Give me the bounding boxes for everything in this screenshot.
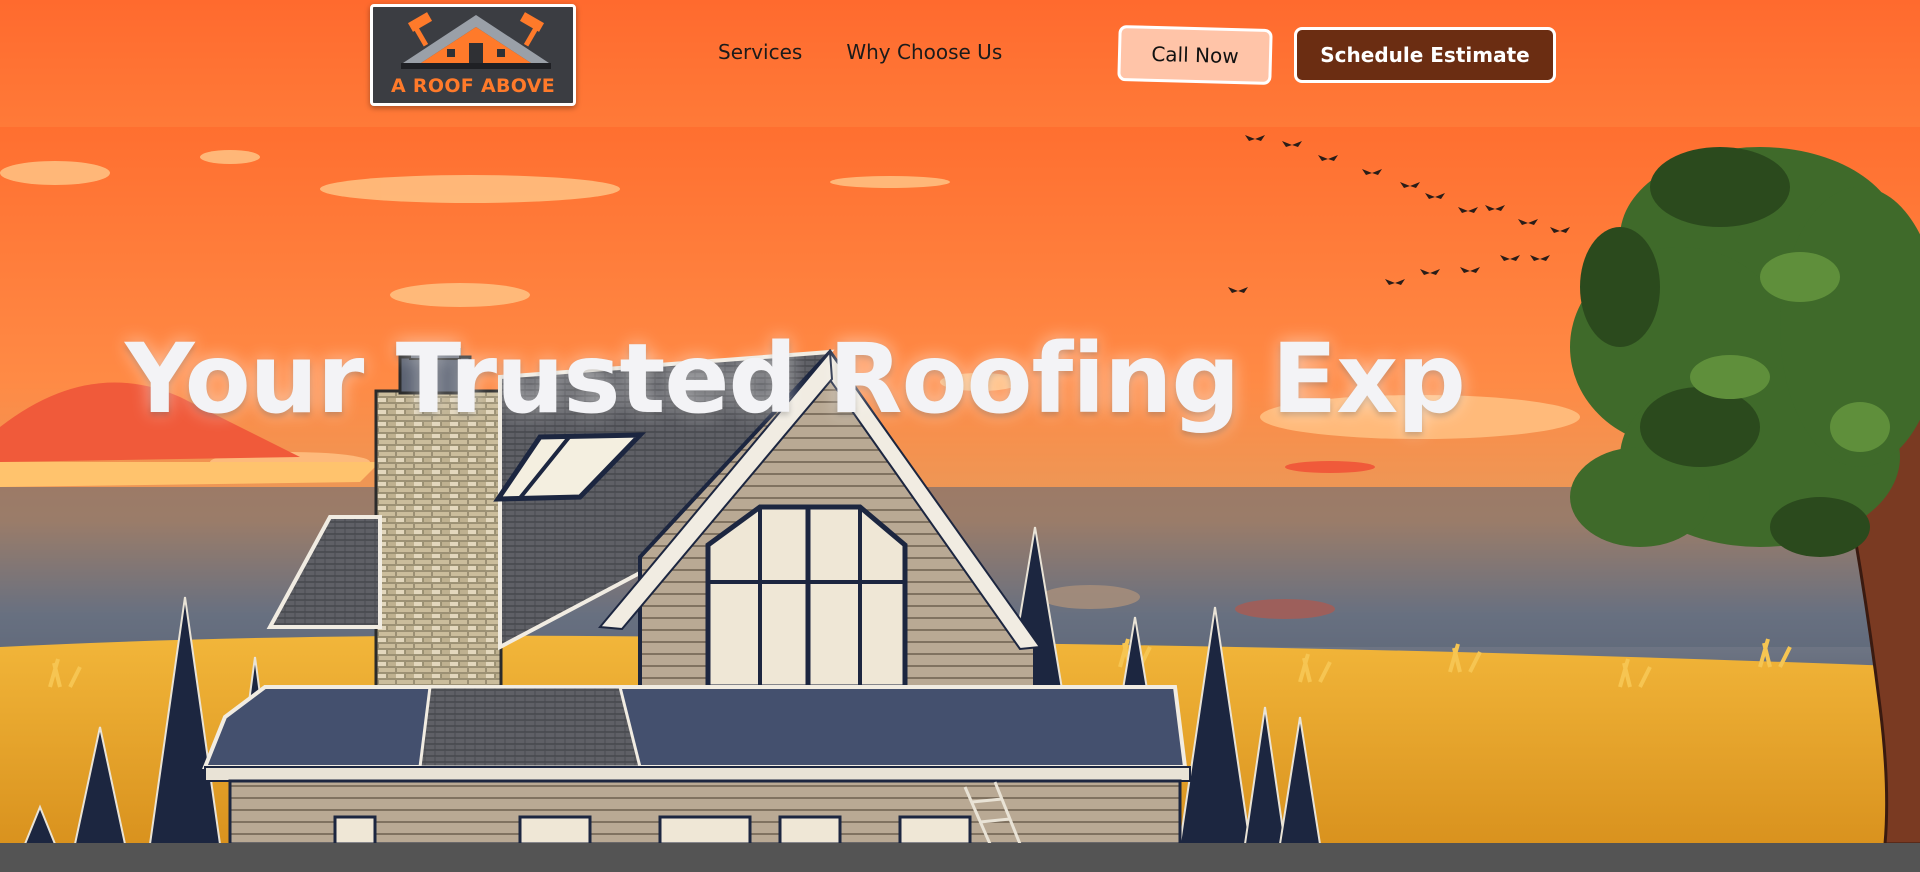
call-now-button[interactable]: Call Now: [1117, 24, 1273, 86]
logo-text: A ROOF ABOVE: [391, 75, 555, 97]
schedule-estimate-button[interactable]: Schedule Estimate: [1294, 27, 1556, 83]
page: A ROOF ABOVE Services Why Choose Us Call…: [0, 0, 1920, 872]
logo[interactable]: A ROOF ABOVE: [370, 4, 576, 106]
site-header: A ROOF ABOVE Services Why Choose Us Call…: [0, 0, 1920, 127]
bottom-bar: [0, 843, 1920, 872]
hero-section: Your Trusted Roofing Exp: [0, 127, 1920, 844]
nav-why-choose-us[interactable]: Why Choose Us: [846, 40, 1002, 64]
hero-headline: Your Trusted Roofing Exp: [125, 323, 1466, 435]
main-nav: Services Why Choose Us: [718, 40, 1002, 64]
house-illustration: [0, 127, 1920, 844]
nav-services[interactable]: Services: [718, 40, 802, 64]
